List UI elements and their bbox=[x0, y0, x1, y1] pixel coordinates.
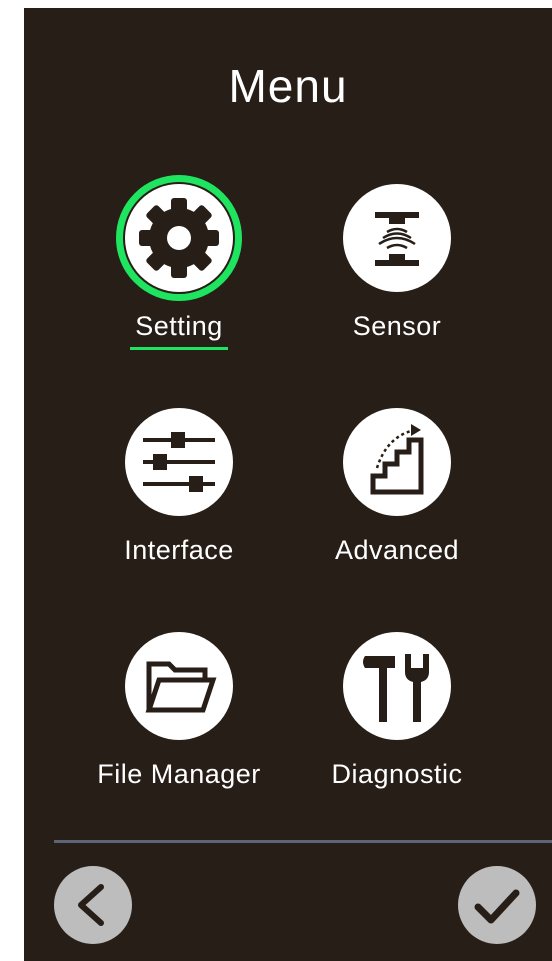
stairs-icon bbox=[370, 424, 424, 495]
menu-item-label: Sensor bbox=[352, 311, 442, 341]
file-manager-icon-circle bbox=[125, 632, 233, 740]
confirm-button[interactable] bbox=[458, 866, 536, 944]
menu-item-label: Setting bbox=[135, 311, 223, 341]
menu-item-label: Advanced bbox=[334, 535, 460, 565]
sliders-icon bbox=[143, 432, 215, 492]
menu-screen: Menu Setting Sensor Interface Advanced F… bbox=[24, 8, 552, 961]
menu-item-advanced[interactable]: Advanced bbox=[287, 408, 507, 578]
menu-item-file-manager[interactable]: File Manager bbox=[69, 632, 289, 802]
advanced-icon-circle bbox=[343, 408, 451, 516]
menu-item-setting[interactable]: Setting bbox=[69, 175, 289, 354]
menu-item-diagnostic[interactable]: Diagnostic bbox=[287, 632, 507, 802]
tools-icon bbox=[363, 654, 429, 722]
menu-item-sensor[interactable]: Sensor bbox=[287, 184, 507, 354]
interface-icon-circle bbox=[125, 408, 233, 516]
checkmark-icon bbox=[474, 889, 520, 924]
selection-underline bbox=[130, 347, 228, 350]
sensor-icon bbox=[375, 212, 419, 266]
chevron-left-icon bbox=[78, 884, 104, 926]
gear-icon bbox=[139, 198, 219, 278]
diagnostic-icon-circle bbox=[343, 632, 451, 740]
back-button[interactable] bbox=[54, 866, 132, 944]
sensor-icon-circle bbox=[343, 184, 451, 292]
menu-item-label: File Manager bbox=[97, 759, 261, 789]
divider bbox=[54, 840, 552, 843]
setting-icon-circle bbox=[116, 175, 242, 301]
menu-item-interface[interactable]: Interface bbox=[69, 408, 289, 578]
folder-icon bbox=[145, 661, 217, 713]
menu-item-label: Diagnostic bbox=[331, 759, 463, 789]
menu-item-label: Interface bbox=[124, 535, 234, 565]
page-title: Menu bbox=[228, 60, 348, 112]
